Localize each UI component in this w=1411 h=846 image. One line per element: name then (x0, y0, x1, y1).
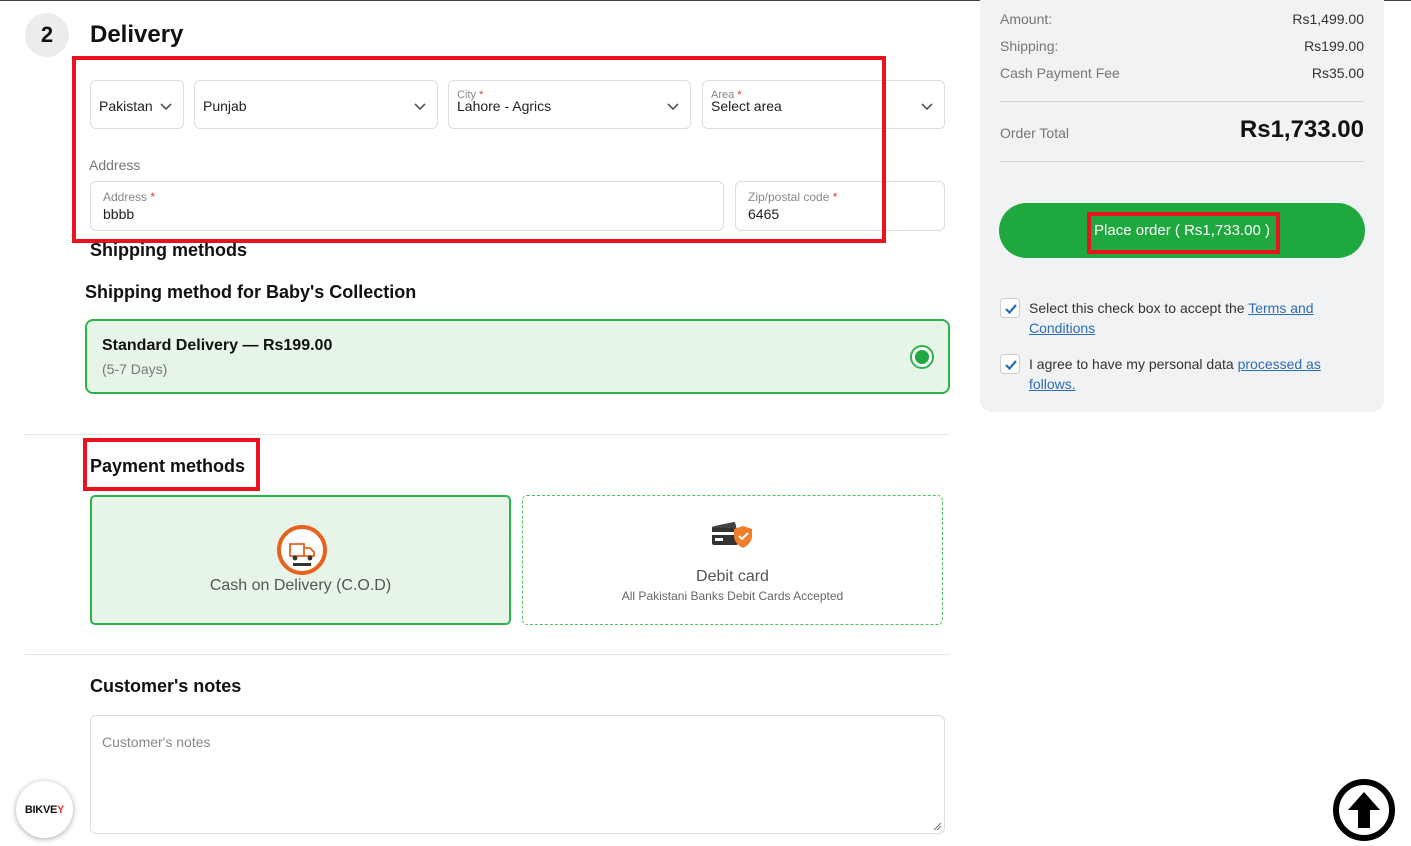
order-total-value: Rs1,733.00 (1239, 116, 1364, 143)
debit-label: Debit card (696, 568, 769, 585)
shipping-vendor-title: Shipping method for Baby's Collection (85, 282, 417, 302)
payment-option-cod[interactable]: Cash on Delivery (C.O.D) (90, 495, 511, 625)
terms-checkbox-row: Select this check box to accept the Term… (1000, 298, 1370, 338)
debit-card-icon (710, 522, 752, 552)
brand-text-accent: Y (57, 803, 65, 816)
cash-on-delivery-icon (277, 525, 327, 575)
shipping-option-name: Standard Delivery — Rs199.00 (102, 337, 333, 354)
summary-divider (1000, 161, 1364, 162)
shipping-methods-title: Shipping methods (90, 240, 247, 260)
debit-sublabel: All Pakistani Banks Debit Cards Accepted (621, 589, 844, 603)
privacy-text: I agree to have my personal data (1029, 356, 1238, 372)
summary-fee-row: Cash Payment Fee Rs35.00 (1000, 65, 1364, 81)
terms-checkbox[interactable] (1000, 298, 1020, 318)
shipping-option-standard[interactable]: Standard Delivery — Rs199.00 (5-7 Days) (85, 319, 950, 394)
customer-notes-placeholder: Customer's notes (102, 734, 211, 750)
order-total-label: Order Total (1000, 125, 1069, 141)
scroll-to-top-icon[interactable] (1332, 778, 1396, 842)
delivery-title: Delivery (90, 21, 184, 48)
shipping-label: Shipping: (1000, 38, 1059, 54)
divider (25, 434, 950, 435)
customer-notes-title: Customer's notes (90, 676, 242, 696)
privacy-checkbox-row: I agree to have my personal data process… (1000, 354, 1370, 394)
cod-label: Cash on Delivery (C.O.D) (209, 577, 392, 594)
highlight-box-address (72, 56, 886, 243)
customer-notes-textarea[interactable]: Customer's notes (90, 715, 945, 834)
summary-shipping-row: Shipping: Rs199.00 (1000, 38, 1364, 54)
payment-option-debit-card[interactable]: Debit card All Pakistani Banks Debit Car… (522, 495, 943, 625)
summary-divider (1000, 101, 1364, 102)
highlight-box-place-order (1087, 212, 1280, 254)
shipping-value: Rs199.00 (1304, 38, 1364, 54)
chevron-down-icon (921, 103, 933, 111)
summary-amount-row: Amount: Rs1,499.00 (1000, 11, 1364, 27)
amount-value: Rs1,499.00 (1292, 11, 1364, 27)
step-number-badge: 2 (25, 13, 69, 57)
fee-label: Cash Payment Fee (1000, 65, 1120, 81)
privacy-checkbox[interactable] (1000, 354, 1020, 374)
step-number: 2 (40, 22, 54, 47)
shipping-option-days: (5-7 Days) (102, 361, 168, 377)
divider (25, 654, 950, 655)
privacy-text-wrap: I agree to have my personal data process… (1029, 354, 1359, 394)
bikvey-chat-badge[interactable]: BIKVE Y (16, 781, 73, 838)
check-icon (1005, 360, 1017, 371)
resize-handle-icon[interactable] (932, 821, 942, 831)
check-icon (1005, 304, 1017, 315)
brand-text: BIKVE (24, 803, 58, 816)
highlight-box-payment (83, 438, 260, 491)
terms-text-wrap: Select this check box to accept the Term… (1029, 298, 1359, 338)
terms-text: Select this check box to accept the (1029, 300, 1249, 316)
amount-label: Amount: (1000, 11, 1053, 27)
shipping-radio-selected[interactable] (910, 345, 934, 369)
fee-value: Rs35.00 (1311, 65, 1364, 81)
